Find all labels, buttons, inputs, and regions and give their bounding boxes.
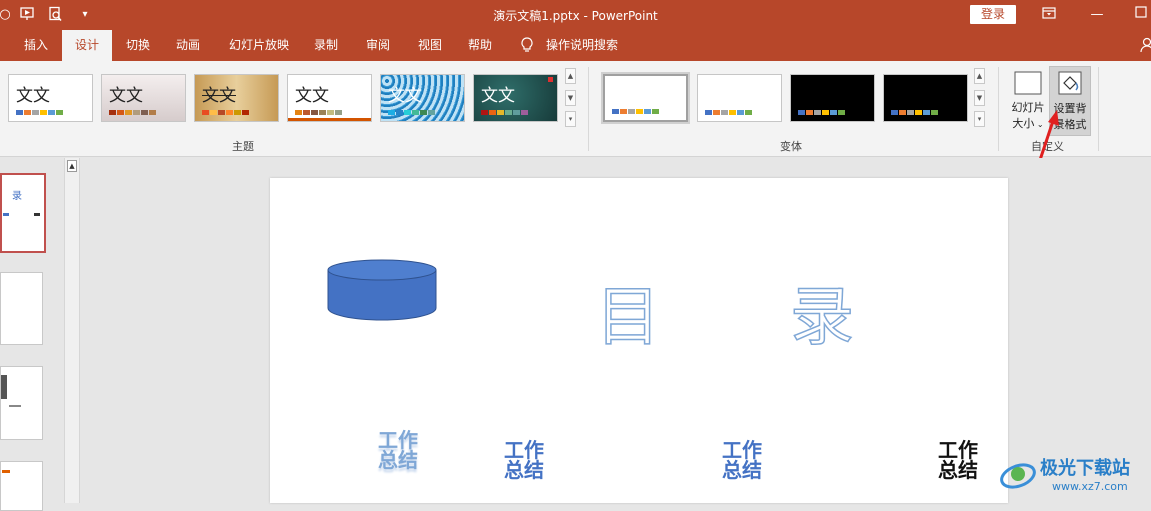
tell-me-search[interactable]: 操作说明搜索 [542, 30, 622, 61]
wordart-4[interactable]: 工作 总结 [934, 440, 982, 480]
thumbnail-image [1, 375, 7, 399]
theme-swatches [481, 110, 529, 115]
wordart-line-1: 工作 [938, 438, 978, 462]
themes-scroll-down[interactable]: ▼ [565, 90, 576, 106]
theme-preview-text: 文文 [481, 86, 515, 106]
title-bar: ○ ▾ 演示文稿1.pptx - PowerPoint 登录 — [0, 0, 1151, 30]
lightbulb-icon [518, 37, 536, 55]
thumbnail-title: 录 [12, 191, 22, 202]
slide-title-char-2[interactable]: 录 [789, 266, 855, 358]
theme-swatches [16, 110, 64, 115]
variant-4[interactable] [883, 74, 968, 122]
wordart-line-2: 总结 [722, 458, 762, 482]
thumbnail-mark [3, 213, 9, 216]
ribbon-separator [588, 67, 589, 151]
tab-help[interactable]: 帮助 [460, 30, 500, 61]
tab-design[interactable]: 设计 [62, 30, 112, 61]
themes-scroll-up[interactable]: ▲ [565, 68, 576, 84]
slide-size-icon [1014, 71, 1042, 95]
theme-swatches [388, 110, 436, 115]
site-watermark: 极光下载站 www.xz7.com [994, 448, 1151, 503]
thumbnail-mark [34, 213, 40, 216]
slide-thumbnail-3[interactable] [0, 366, 43, 440]
variant-1[interactable] [603, 74, 688, 122]
design-ribbon: 文文 文文 文文 文文 文文 文文 ▲ ▼ ▾ 主题 ▲ ▼ ▾ 变体 幻灯片 … [0, 61, 1151, 157]
wordart-line-2: 总结 [378, 448, 418, 472]
variants-scroll-down[interactable]: ▼ [974, 90, 985, 106]
watermark-brand: 极光下载站 [1040, 458, 1130, 479]
theme-preview-text: 文文 [295, 86, 329, 106]
variant-swatches [798, 110, 846, 115]
theme-preview-text: 文文 [16, 86, 50, 106]
watermark-url: www.xz7.com [1052, 480, 1128, 493]
theme-swatches [202, 110, 250, 115]
format-background-icon [1058, 71, 1082, 95]
scroll-up-arrow[interactable]: ▲ [67, 160, 77, 172]
tab-slideshow[interactable]: 幻灯片放映 [222, 30, 296, 61]
ribbon-separator [1098, 67, 1099, 151]
theme-accent-bar [288, 118, 371, 121]
tab-record[interactable]: 录制 [306, 30, 346, 61]
theme-5[interactable]: 文文 [380, 74, 465, 122]
slide-canvas[interactable]: 目 录 工作 总结 工作 总结 工作 总结 工作 总结 [270, 178, 1008, 503]
slide-title-char-1[interactable]: 目 [595, 266, 661, 358]
slide-thumbnails-pane: 录 [0, 158, 64, 511]
theme-swatches [295, 110, 343, 115]
workspace: 录 ▲ 目 录 工作 总结 工作 总结 工作 总结 工作 总结 [0, 158, 1151, 511]
themes-more[interactable]: ▾ [565, 111, 576, 127]
variants-group-label: 变体 [780, 140, 802, 153]
theme-office[interactable]: 文文 [8, 74, 93, 122]
variant-swatches [891, 110, 939, 115]
maximize-icon[interactable] [1132, 6, 1150, 24]
ribbon-tab-bar: 插入 设计 切换 动画 幻灯片放映 录制 审阅 视图 帮助 操作说明搜索 [0, 30, 1151, 61]
wordart-2[interactable]: 工作 总结 [500, 440, 548, 480]
tab-view[interactable]: 视图 [410, 30, 450, 61]
slide-thumbnail-2[interactable] [0, 272, 43, 345]
watermark-logo-icon [1000, 463, 1036, 489]
variant-swatches [612, 109, 660, 114]
wordart-3[interactable]: 工作 总结 [718, 440, 766, 480]
theme-preview-text: 文文 [202, 86, 236, 106]
theme-preview-text: 文文 [109, 86, 143, 106]
slide-thumbnail-1[interactable]: 录 [0, 173, 46, 253]
thumbnails-scrollbar[interactable]: ▲ [64, 158, 80, 503]
theme-3[interactable]: 文文 [194, 74, 279, 122]
variant-swatches [705, 110, 753, 115]
ribbon-separator [998, 67, 999, 151]
wordart-line-2: 总结 [504, 458, 544, 482]
thumbnail-mark [2, 470, 10, 473]
tab-review[interactable]: 审阅 [358, 30, 398, 61]
theme-preview-text: 文文 [388, 86, 422, 106]
theme-swatches [109, 110, 157, 115]
themes-group-label: 主题 [232, 140, 254, 153]
tab-transitions[interactable]: 切换 [116, 30, 160, 61]
wordart-line-1: 工作 [504, 438, 544, 462]
cylinder-shape[interactable] [326, 258, 438, 322]
wordart-line-1: 工作 [722, 438, 762, 462]
theme-6[interactable]: 文文 [473, 74, 558, 122]
ribbon-display-options-icon[interactable] [1040, 6, 1058, 24]
variant-3[interactable] [790, 74, 875, 122]
variant-2[interactable] [697, 74, 782, 122]
tab-insert[interactable]: 插入 [14, 30, 58, 61]
theme-2[interactable]: 文文 [101, 74, 186, 122]
wordart-line-2: 总结 [938, 458, 978, 482]
tab-animations[interactable]: 动画 [166, 30, 210, 61]
account-icon[interactable] [1138, 37, 1151, 55]
login-button[interactable]: 登录 [970, 5, 1016, 24]
wordart-1[interactable]: 工作 总结 [374, 430, 422, 470]
variants-scroll-up[interactable]: ▲ [974, 68, 985, 84]
theme-corner-mark [548, 77, 553, 82]
minimize-icon[interactable]: — [1088, 6, 1106, 24]
thumbnail-text-line [9, 405, 21, 407]
variants-more[interactable]: ▾ [974, 111, 985, 127]
theme-4[interactable]: 文文 [287, 74, 372, 122]
wordart-line-1: 工作 [378, 428, 418, 452]
slide-thumbnail-4[interactable] [0, 461, 43, 511]
